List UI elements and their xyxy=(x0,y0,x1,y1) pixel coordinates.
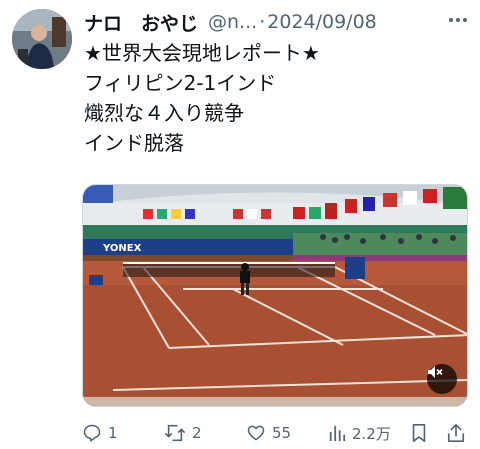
tweet-line: インド脱落 xyxy=(84,131,184,155)
author-display-name[interactable]: ナロ おやじ xyxy=(84,9,198,36)
header-separator: · xyxy=(259,11,266,33)
retweet-button[interactable]: 2 xyxy=(164,420,202,446)
tweet-body: ★世界大会現地レポート★ フィリピン2-1インド 熾烈な４入り競争 インド脱落 xyxy=(84,38,470,158)
sponsor-banner-text: YONEX xyxy=(102,243,142,254)
mute-button[interactable] xyxy=(427,364,457,394)
share-button[interactable] xyxy=(446,420,466,446)
share-icon xyxy=(447,424,465,442)
tweet-line: 熾烈な４入り競争 xyxy=(84,101,244,125)
like-button[interactable]: 55 xyxy=(246,420,291,446)
reply-button[interactable]: 1 xyxy=(82,420,118,446)
heart-icon xyxy=(247,425,265,441)
tennis-court-scene: YONEX xyxy=(83,185,467,406)
tweet-header: ナロ おやじ @n... · 2024/09/08 xyxy=(84,8,470,36)
reply-icon xyxy=(83,424,101,442)
like-count: 55 xyxy=(272,424,292,442)
avatar-image xyxy=(12,9,72,69)
author-handle[interactable]: @n... xyxy=(208,11,257,33)
tweet-date[interactable]: 2024/09/08 xyxy=(267,11,377,33)
reply-count: 1 xyxy=(108,424,118,442)
analytics-bars-icon xyxy=(329,425,346,442)
tweet-line: フィリピン2-1インド xyxy=(84,71,277,95)
view-count: 2.2万 xyxy=(352,424,391,443)
bookmark-button[interactable] xyxy=(410,420,428,446)
tweet-actions-bar: 1 2 55 2.2万 xyxy=(82,420,470,446)
author-avatar[interactable] xyxy=(12,9,72,69)
retweet-count: 2 xyxy=(192,424,202,442)
tweet-video[interactable]: YONEX xyxy=(82,184,468,407)
views-button[interactable]: 2.2万 xyxy=(328,420,391,446)
speaker-muted-icon xyxy=(428,366,443,378)
retweet-icon xyxy=(165,424,185,442)
bookmark-icon xyxy=(412,424,426,442)
tweet-line: ★世界大会現地レポート★ xyxy=(84,41,320,65)
more-options-icon[interactable] xyxy=(446,8,470,32)
